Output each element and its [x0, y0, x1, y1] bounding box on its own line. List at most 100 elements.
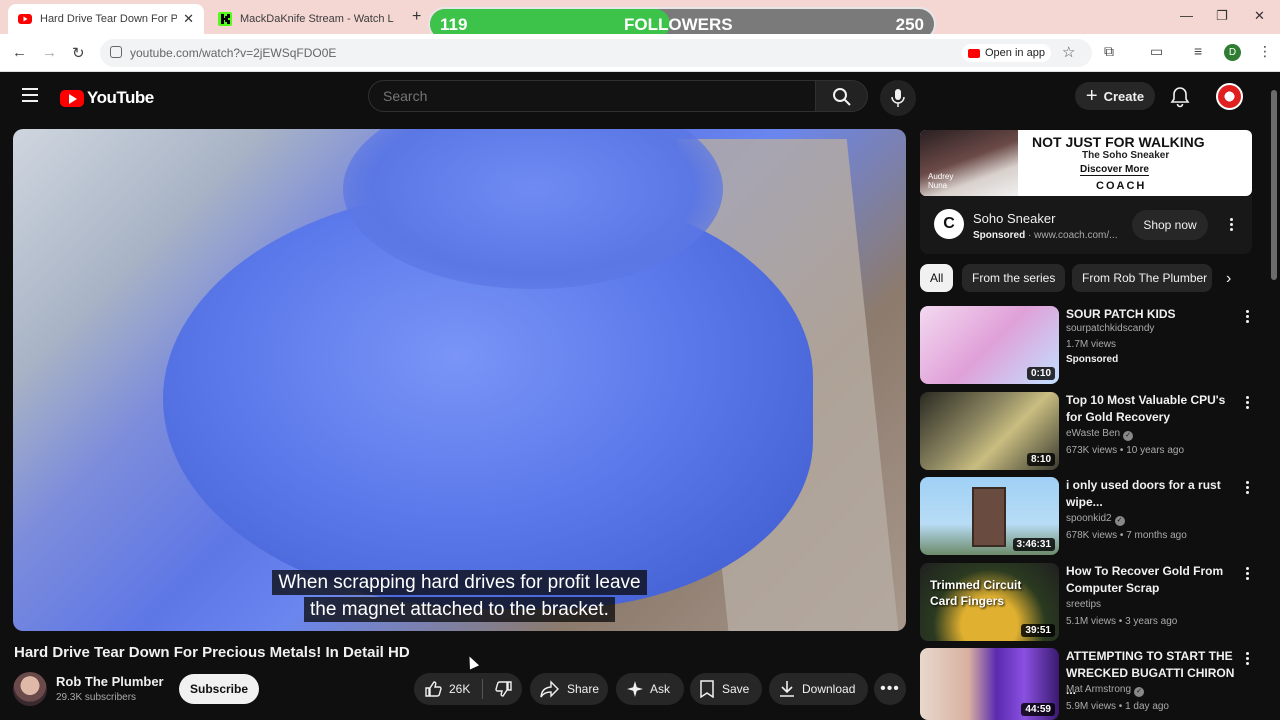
window-close-icon[interactable]: ✕: [1254, 8, 1265, 24]
ad-brand: COACH: [1096, 180, 1147, 192]
search-box: [368, 80, 816, 112]
recommendation-item[interactable]: 3:46:31 i only used doors for a rust wip…: [920, 477, 1260, 557]
recommendation-channel[interactable]: sourpatchkidscandy: [1066, 323, 1154, 334]
shop-now-button[interactable]: Shop now: [1132, 210, 1208, 240]
video-player[interactable]: When scrapping hard drives for profit le…: [13, 129, 906, 631]
youtube-app-icon: [968, 48, 980, 58]
video-thumbnail[interactable]: 0:10: [920, 306, 1059, 384]
video-duration: 44:59: [1021, 703, 1055, 716]
more-icon[interactable]: [1246, 481, 1250, 496]
video-thumbnail[interactable]: Trimmed Circuit Card Fingers 39:51: [920, 563, 1059, 641]
sponsored-label: Sponsored: [973, 230, 1026, 241]
share-button[interactable]: Share: [530, 673, 608, 705]
kick-favicon-icon: [218, 12, 232, 26]
bookmark-star-icon[interactable]: ☆: [1062, 43, 1075, 61]
cast-icon[interactable]: ▭: [1150, 43, 1163, 60]
tab-current-video[interactable]: Hard Drive Tear Down For Precious Metals…: [8, 4, 204, 34]
like-button[interactable]: [424, 680, 442, 698]
media-control-icon[interactable]: ≡: [1194, 43, 1202, 59]
ask-button[interactable]: Ask: [616, 673, 684, 705]
video-thumbnail[interactable]: 8:10: [920, 392, 1059, 470]
ad-card: C Soho Sneaker Sponsored · www.coach.com…: [920, 196, 1252, 254]
recommendation-item[interactable]: 44:59 ATTEMPTING TO START THE WRECKED BU…: [920, 648, 1260, 720]
more-icon[interactable]: [1246, 396, 1250, 411]
more-actions-button[interactable]: •••: [874, 673, 906, 705]
open-in-app-button[interactable]: Open in app: [962, 44, 1051, 62]
extensions-icon[interactable]: ⧉: [1104, 43, 1114, 60]
like-count: 26K: [449, 682, 471, 696]
chip-from-the-series[interactable]: From the series: [962, 264, 1066, 292]
subscribe-button[interactable]: Subscribe: [179, 674, 259, 704]
recommendation-channel[interactable]: eWaste Ben: [1066, 428, 1120, 439]
tab-close-icon[interactable]: ✕: [183, 11, 194, 27]
more-icon[interactable]: [1246, 652, 1250, 667]
browser-toolbar: ← → ↻ youtube.com/watch?v=2jEWSqFDO0E Op…: [0, 34, 1280, 72]
recommendation-item[interactable]: 0:10 SOUR PATCH KIDS sourpatchkidscandy …: [920, 306, 1260, 386]
search-input[interactable]: [383, 88, 783, 104]
recommendation-channel[interactable]: Mat Armstrong: [1066, 684, 1131, 695]
scrollbar-thumb[interactable]: [1271, 90, 1277, 280]
video-thumbnail[interactable]: 3:46:31: [920, 477, 1059, 555]
tab-title: Hard Drive Tear Down For Precious Metals…: [40, 13, 178, 25]
chip-all[interactable]: All: [920, 264, 954, 292]
like-divider: [482, 679, 484, 699]
ad-title[interactable]: Soho Sneaker: [973, 211, 1055, 226]
video-thumbnail[interactable]: 44:59: [920, 648, 1059, 720]
caption-text: When scrapping hard drives for profit le…: [272, 570, 647, 595]
recommendation-channel-line: Mat Armstrong ✓: [1066, 684, 1145, 697]
recommendation-title[interactable]: Top 10 Most Valuable CPU's for Gold Reco…: [1066, 392, 1236, 426]
recommendation-title[interactable]: i only used doors for a rust wipe...: [1066, 477, 1236, 511]
recommendation-title[interactable]: SOUR PATCH KIDS: [1066, 306, 1236, 323]
minimize-icon[interactable]: —: [1180, 8, 1193, 23]
browser-menu-icon[interactable]: ⋮: [1258, 43, 1272, 60]
search-button[interactable]: [816, 80, 868, 112]
thumbnail-door: [972, 487, 1006, 547]
page-scrollbar[interactable]: [1268, 72, 1280, 720]
forward-icon[interactable]: →: [42, 44, 57, 61]
channel-avatar[interactable]: [13, 672, 47, 706]
recommendation-item[interactable]: Trimmed Circuit Card Fingers 39:51 How T…: [920, 563, 1260, 643]
more-icon: •••: [880, 680, 900, 697]
ad-banner[interactable]: Audrey Nuna NOT JUST FOR WALKING The Soh…: [920, 130, 1252, 196]
youtube-favicon-icon: [18, 14, 32, 24]
filter-chips: All From the series From Rob The Plumber: [920, 264, 1250, 292]
channel-name[interactable]: Rob The Plumber: [56, 674, 164, 689]
recommendation-channel[interactable]: spoonkid2: [1066, 513, 1112, 524]
url-text[interactable]: youtube.com/watch?v=2jEWSqFDO0E: [130, 46, 336, 60]
ad-cta-link[interactable]: Discover More: [1080, 164, 1149, 176]
bell-icon[interactable]: [1170, 86, 1190, 108]
chevron-right-icon[interactable]: ›: [1226, 270, 1231, 288]
new-tab-icon[interactable]: +: [412, 8, 421, 26]
menu-icon[interactable]: [22, 88, 38, 106]
recommendation-channel[interactable]: sreetips: [1066, 599, 1101, 610]
reload-icon[interactable]: ↻: [72, 44, 85, 62]
dislike-button[interactable]: [495, 680, 513, 698]
more-icon[interactable]: [1246, 567, 1250, 582]
plus-icon: +: [1085, 85, 1098, 107]
voice-search-button[interactable]: [880, 80, 916, 116]
verified-icon: ✓: [1134, 687, 1145, 697]
recommendation-item[interactable]: 8:10 Top 10 Most Valuable CPU's for Gold…: [920, 392, 1260, 472]
account-avatar[interactable]: [1216, 83, 1243, 110]
like-dislike-group: 26K: [414, 673, 522, 705]
tab-kick-stream[interactable]: MackDaKnife Stream - Watch Live: [208, 4, 404, 34]
download-button[interactable]: Download: [769, 673, 868, 705]
browser-profile-avatar[interactable]: D: [1224, 44, 1241, 61]
back-icon[interactable]: ←: [12, 44, 27, 61]
save-button[interactable]: Save: [690, 673, 762, 705]
create-button[interactable]: + Create: [1075, 82, 1155, 110]
site-info-icon[interactable]: [110, 46, 122, 58]
chip-from-channel[interactable]: From Rob The Plumber: [1072, 264, 1212, 292]
youtube-logo[interactable]: YouTube: [60, 88, 154, 108]
mouse-cursor: [464, 654, 480, 670]
address-bar[interactable]: youtube.com/watch?v=2jEWSqFDO0E Open in …: [100, 39, 1092, 67]
save-label: Save: [722, 682, 750, 696]
recommendation-title[interactable]: How To Recover Gold From Computer Scrap: [1066, 563, 1236, 597]
maximize-icon[interactable]: ❐: [1216, 8, 1228, 24]
subscriber-count: 29.3K subscribers: [56, 692, 137, 703]
video-duration: 39:51: [1021, 624, 1055, 637]
advertiser-logo[interactable]: C: [934, 209, 964, 239]
more-icon[interactable]: [1246, 310, 1250, 325]
more-icon[interactable]: [1230, 218, 1234, 233]
open-in-app-label: Open in app: [985, 47, 1045, 59]
